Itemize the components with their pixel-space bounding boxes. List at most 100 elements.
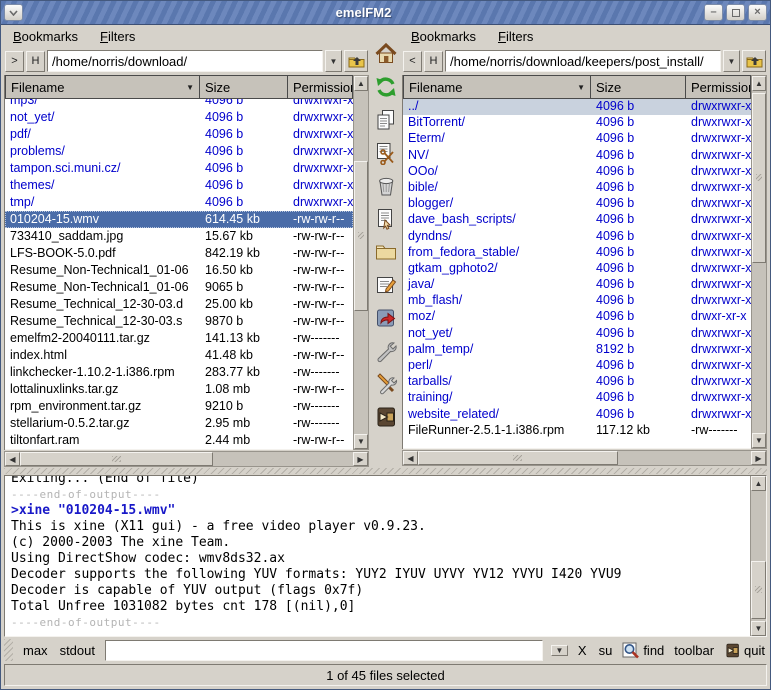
pane-splitter-handle[interactable]	[4, 467, 767, 475]
right-vertical-scrollbar[interactable]: ▲ ▼	[751, 75, 767, 449]
file-row[interactable]: Eterm/4096 bdrwxrwxr-x	[403, 131, 751, 147]
file-row[interactable]: lottalinuxlinks.tar.gz1.08 mb-rw-rw-r--	[5, 381, 353, 398]
file-row[interactable]: java/4096 bdrwxrwxr-x	[403, 277, 751, 293]
move-button[interactable]	[372, 140, 399, 166]
file-row[interactable]: stellarium-0.5.2.tar.gz2.95 mb-rw-------	[5, 415, 353, 432]
file-row[interactable]: NV/4096 bdrwxrwxr-x	[403, 148, 751, 164]
file-row[interactable]: problems/4096 bdrwxrwxr-x	[5, 143, 353, 160]
configure-button[interactable]	[372, 338, 399, 364]
file-row[interactable]: dave_bash_scripts/4096 bdrwxrwxr-x	[403, 212, 751, 228]
file-row[interactable]: Resume_Non-Technical1_01-0616.50 kb-rw-r…	[5, 262, 353, 279]
scroll-up-icon[interactable]: ▲	[752, 76, 766, 91]
trash-button[interactable]	[372, 173, 399, 199]
scroll-up-icon[interactable]: ▲	[751, 476, 766, 491]
right-bookmarks-menu[interactable]: Bookmarks	[411, 29, 476, 44]
file-row[interactable]: Resume_Technical_12-30-03.s9870 b-rw-rw-…	[5, 313, 353, 330]
maximize-button[interactable]	[726, 4, 745, 21]
right-filename-header[interactable]: Filename▼	[403, 75, 591, 99]
max-button[interactable]: max	[21, 642, 50, 659]
left-filename-header[interactable]: Filename▼	[5, 75, 200, 99]
minimize-button[interactable]: –	[704, 4, 723, 21]
left-filters-menu[interactable]: Filters	[100, 29, 135, 44]
file-row[interactable]: from_fedora_stable/4096 bdrwxrwxr-x	[403, 245, 751, 261]
left-history-button[interactable]: >	[5, 51, 24, 72]
toolbar-button[interactable]: toolbar	[672, 642, 716, 659]
file-row[interactable]: emelfm2-20040111.tar.gz141.13 kb-rw-----…	[5, 330, 353, 347]
file-row[interactable]: linkchecker-1.10.2-1.i386.rpm283.77 kb-r…	[5, 364, 353, 381]
right-path-input[interactable]	[446, 51, 720, 71]
refresh-button[interactable]	[372, 74, 399, 100]
left-home-button[interactable]: H	[26, 51, 45, 72]
plugins-button[interactable]	[372, 371, 399, 397]
su-button[interactable]: su	[597, 642, 615, 659]
scroll-right-icon[interactable]: ▶	[751, 451, 766, 465]
left-path-input[interactable]	[48, 51, 322, 71]
scrollbar-thumb[interactable]	[20, 452, 213, 466]
file-row[interactable]: 010204-15.wmv614.45 kb-rw-rw-r--	[5, 211, 353, 228]
file-row[interactable]: training/4096 bdrwxrwxr-x	[403, 390, 751, 406]
command-history-dropdown[interactable]: ▼	[551, 645, 568, 656]
file-row[interactable]: 733410_saddam.jpg15.67 kb-rw-rw-r--	[5, 228, 353, 245]
file-row[interactable]: Resume_Non-Technical1_01-069065 b-rw-rw-…	[5, 279, 353, 296]
left-size-header[interactable]: Size	[200, 75, 288, 99]
right-home-button[interactable]: H	[424, 51, 443, 72]
titlebar[interactable]: emelFM2 – ×	[1, 1, 770, 25]
file-row[interactable]: OOo/4096 bdrwxrwxr-x	[403, 164, 751, 180]
left-permissions-header[interactable]: Permission	[288, 75, 353, 99]
file-row[interactable]: not_yet/4096 bdrwxrwxr-x	[5, 109, 353, 126]
file-row[interactable]: ../4096 bdrwxrwxr-x	[403, 99, 751, 115]
file-row[interactable]: FileRunner-2.5.1-1.i386.rpm117.12 kb-rw-…	[403, 423, 751, 439]
edit-button[interactable]	[372, 272, 399, 298]
file-row[interactable]: bible/4096 bdrwxrwxr-x	[403, 180, 751, 196]
x-button[interactable]: X	[576, 642, 589, 659]
file-row[interactable]: rpm_environment.tar.gz9210 b-rw-------	[5, 398, 353, 415]
left-path-dropdown[interactable]: ▼	[325, 50, 342, 72]
file-row[interactable]: themes/4096 bdrwxrwxr-x	[5, 177, 353, 194]
right-history-button[interactable]: <	[403, 51, 422, 72]
scrollbar-thumb[interactable]	[751, 561, 766, 619]
output-pane[interactable]: Exiting... (End of file)----end-of-outpu…	[5, 476, 750, 636]
file-row[interactable]: Resume_Technical_12-30-03.d25.00 kb-rw-r…	[5, 296, 353, 313]
resize-grip[interactable]	[4, 639, 13, 661]
file-row[interactable]: palm_temp/8192 bdrwxrwxr-x	[403, 342, 751, 358]
left-vertical-scrollbar[interactable]: ▲ ▼	[353, 75, 369, 450]
scroll-left-icon[interactable]: ◀	[403, 451, 418, 465]
file-row[interactable]: tarballs/4096 bdrwxrwxr-x	[403, 374, 751, 390]
file-row[interactable]: perl/4096 bdrwxrwxr-x	[403, 358, 751, 374]
output-vertical-scrollbar[interactable]: ▲ ▼	[750, 476, 766, 636]
file-row[interactable]: LFS-BOOK-5.0.pdf842.19 kb-rw-rw-r--	[5, 245, 353, 262]
command-input[interactable]	[106, 641, 542, 660]
close-button[interactable]: ×	[748, 4, 767, 21]
file-row[interactable]: tmp/4096 bdrwxrwxr-x	[5, 194, 353, 211]
copy-button[interactable]	[372, 107, 399, 133]
left-go-up-button[interactable]	[344, 50, 368, 72]
right-filters-menu[interactable]: Filters	[498, 29, 533, 44]
right-go-up-button[interactable]	[742, 50, 766, 72]
scroll-down-icon[interactable]: ▼	[752, 433, 766, 448]
find-button[interactable]: find	[622, 642, 664, 659]
file-row[interactable]: tampon.sci.muni.cz/4096 bdrwxrwxr-x	[5, 160, 353, 177]
scroll-down-icon[interactable]: ▼	[354, 434, 368, 449]
file-row[interactable]: not_yet/4096 bdrwxrwxr-x	[403, 326, 751, 342]
stdout-button[interactable]: stdout	[58, 642, 97, 659]
right-size-header[interactable]: Size	[591, 75, 686, 99]
file-row[interactable]: moz/4096 bdrwxr-xr-x	[403, 309, 751, 325]
scroll-down-icon[interactable]: ▼	[751, 621, 766, 636]
file-row[interactable]: BitTorrent/4096 bdrwxrwxr-x	[403, 115, 751, 131]
file-row[interactable]: blogger/4096 bdrwxrwxr-x	[403, 196, 751, 212]
file-row[interactable]: mb_flash/4096 bdrwxrwxr-x	[403, 293, 751, 309]
scroll-left-icon[interactable]: ◀	[5, 452, 20, 466]
quit-button-bottom[interactable]: quit	[724, 642, 765, 659]
right-horizontal-scrollbar[interactable]: ◀ ▶	[402, 450, 767, 466]
scrollbar-thumb[interactable]	[752, 93, 766, 263]
left-bookmarks-menu[interactable]: Bookmarks	[13, 29, 78, 44]
file-row[interactable]: mp3/4096 bdrwxrwxr-x	[5, 99, 353, 109]
view-button[interactable]	[372, 206, 399, 232]
home-button[interactable]	[372, 41, 399, 67]
left-horizontal-scrollbar[interactable]: ◀ ▶	[4, 451, 369, 467]
right-permissions-header[interactable]: Permissions	[686, 75, 751, 99]
file-row[interactable]: tiltonfart.ram2.44 mb-rw-rw-r--	[5, 432, 353, 449]
scroll-right-icon[interactable]: ▶	[353, 452, 368, 466]
scrollbar-thumb[interactable]	[354, 161, 368, 311]
file-row[interactable]: dyndns/4096 bdrwxrwxr-x	[403, 229, 751, 245]
